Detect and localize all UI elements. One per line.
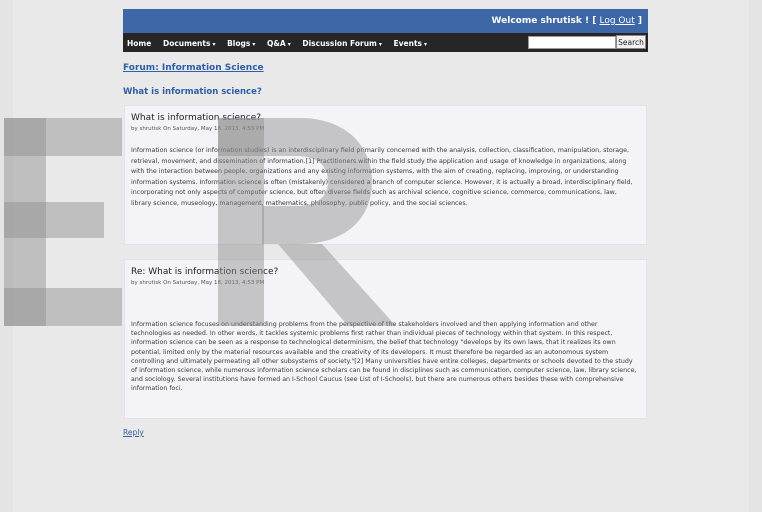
nav-item-qa[interactable]: Q&A ▾ xyxy=(267,39,291,48)
chevron-down-icon: ▾ xyxy=(212,41,216,48)
nav-label: Home xyxy=(127,39,152,48)
nav-item-discussion-forum[interactable]: Discussion Forum ▾ xyxy=(302,39,382,48)
chevron-down-icon: ▾ xyxy=(378,41,382,48)
nav-item-documents[interactable]: Documents ▾ xyxy=(163,39,215,48)
chevron-down-icon: ▾ xyxy=(424,41,428,48)
post-meta: by shrutisk On Saturday, May 18, 2013, 4… xyxy=(131,126,265,132)
username: shrutisk xyxy=(540,16,582,26)
search-button[interactable]: Search xyxy=(616,35,646,49)
nav-item-events[interactable]: Events ▾ xyxy=(394,39,428,48)
post-meta: by shrutisk On Saturday, May 18, 2013, 4… xyxy=(131,280,265,286)
chevron-down-icon: ▾ xyxy=(252,41,256,48)
welcome-separator-open: ! [ xyxy=(584,16,597,26)
nav-label: Blogs xyxy=(227,39,251,48)
nav-item-home[interactable]: Home xyxy=(127,39,151,48)
nav-label: Q&A xyxy=(267,39,286,48)
nav-item-blogs[interactable]: Blogs ▾ xyxy=(227,39,255,48)
post-body: Information science focuses on understan… xyxy=(131,321,637,393)
welcome-separator-close: ] xyxy=(637,16,642,26)
forum-post: What is information science? by shrutisk… xyxy=(124,105,647,245)
post-title: What is information science? xyxy=(131,113,262,123)
search-input[interactable] xyxy=(528,36,616,49)
welcome-prefix: Welcome xyxy=(491,16,538,26)
chevron-down-icon: ▾ xyxy=(287,41,291,48)
welcome-message: Welcome shrutisk ! [ Log Out ] xyxy=(492,16,642,26)
top-header-bar: Welcome shrutisk ! [ Log Out ] xyxy=(123,9,648,33)
post-body: Information science (or information stud… xyxy=(131,147,633,207)
nav-label: Discussion Forum xyxy=(302,39,377,48)
forum-reply-post: Re: What is information science? by shru… xyxy=(124,259,647,419)
page-title: What is information science? xyxy=(123,87,262,97)
logout-link[interactable]: Log Out xyxy=(599,16,634,26)
nav-label: Documents xyxy=(162,39,211,48)
reply-link[interactable]: Reply xyxy=(123,428,144,437)
forum-breadcrumb-link[interactable]: Forum: Information Science xyxy=(123,63,264,73)
nav-label: Events xyxy=(393,39,423,48)
post-title: Re: What is information science? xyxy=(131,267,279,277)
